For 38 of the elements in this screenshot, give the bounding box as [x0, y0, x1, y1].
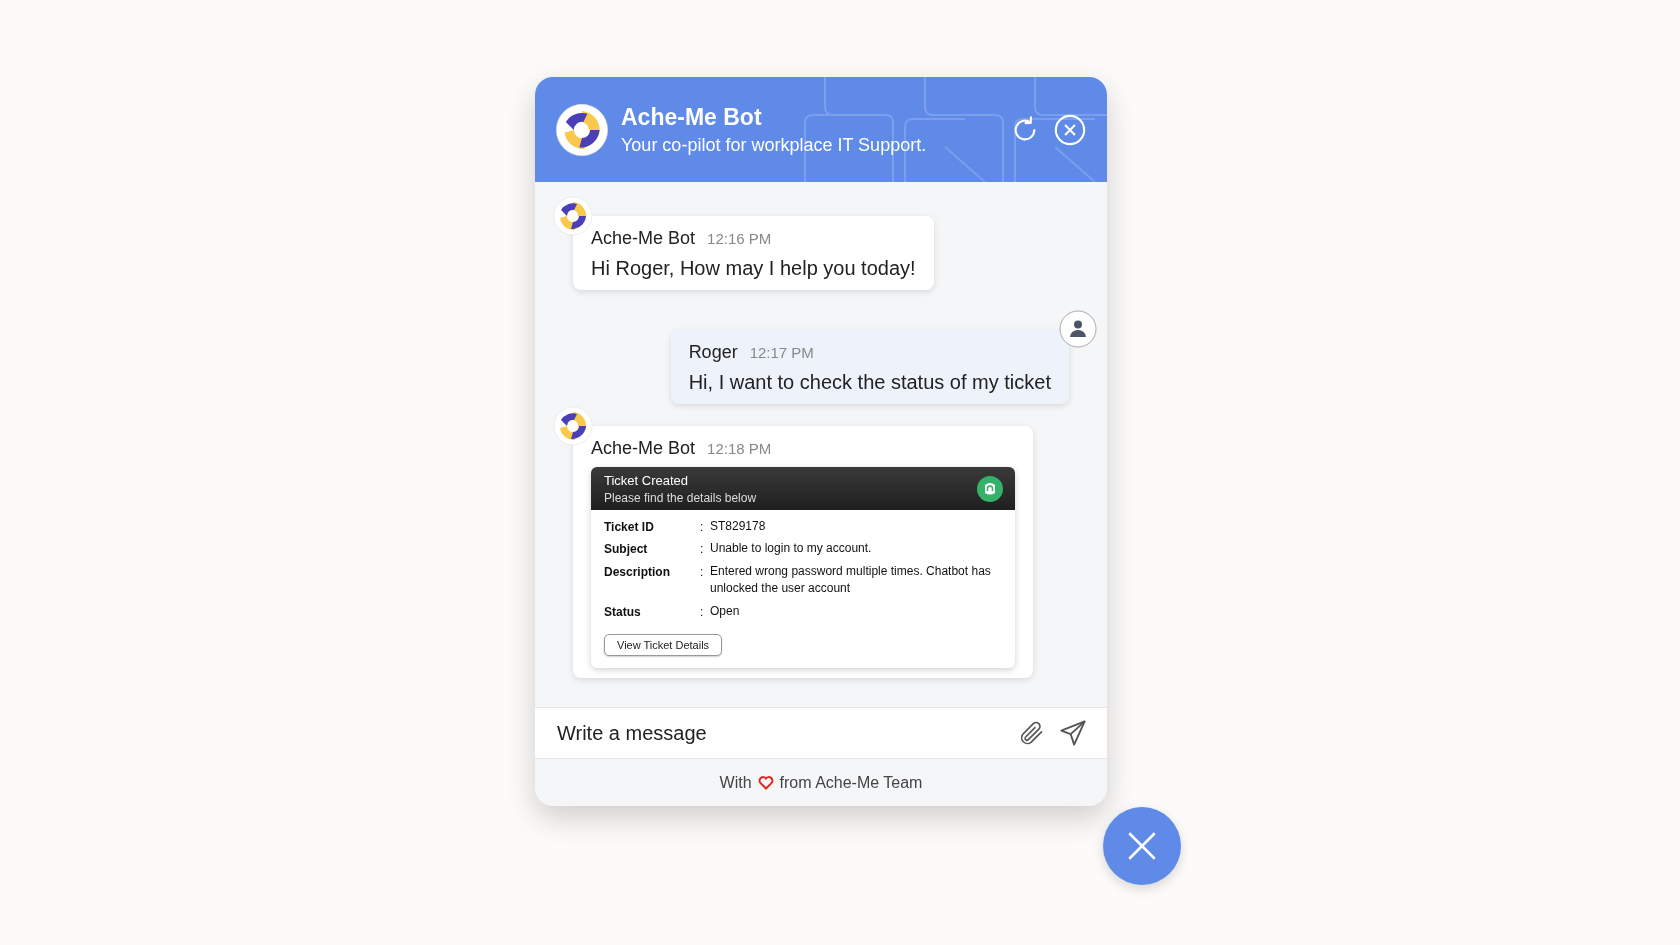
message-input-field[interactable]: Write a message — [535, 707, 1107, 759]
close-icon — [1053, 112, 1087, 147]
field-colon: : — [700, 564, 705, 581]
field-label: Description — [604, 564, 671, 581]
heart-icon — [757, 775, 774, 790]
field-label: Ticket ID — [604, 520, 655, 536]
bot-logo-icon — [555, 102, 609, 157]
send-icon — [1059, 719, 1087, 747]
footer-text: from Ache-Me Team — [779, 773, 923, 792]
ticket-subtitle: Please find the details below — [604, 491, 757, 505]
bot-title: Ache-Me Bot — [621, 103, 763, 131]
field-value: Open — [710, 602, 741, 620]
send-button[interactable] — [1059, 719, 1087, 747]
message-input[interactable]: Write a message — [555, 720, 1003, 746]
field-value: Unable to login to my account. — [710, 540, 873, 558]
message-text: Hi, I want to check the status of my ticket — [688, 371, 1051, 394]
field-colon: : — [700, 542, 705, 558]
sender-name: Roger — [688, 342, 738, 363]
sender-name: Ache-Me Bot — [591, 228, 696, 249]
field-label: Status — [604, 604, 642, 620]
field-colon: : — [700, 604, 705, 620]
ticket-title: Ticket Created — [604, 473, 690, 488]
field-colon: : — [700, 520, 705, 536]
view-ticket-button[interactable]: View Ticket Details — [604, 633, 723, 656]
bot-subtitle: Your co-pilot for workplace IT Support. — [621, 134, 928, 156]
field-value: ST829178 — [710, 518, 767, 535]
sender-name: Ache-Me Bot — [591, 438, 696, 459]
message-time: 12:18 PM — [707, 440, 772, 457]
support-badge-icon — [977, 476, 1003, 502]
close-button[interactable] — [1053, 112, 1087, 147]
message-text: Hi Roger, How may I help you today! — [591, 257, 916, 280]
field-value: Entered wrong password multiple times. Chatbot has unlocked the user account — [710, 562, 992, 598]
footer-text: With — [719, 773, 752, 792]
field-label: Subject — [604, 542, 649, 558]
close-chat-button[interactable] — [1103, 807, 1181, 885]
user-avatar-icon — [1059, 310, 1097, 348]
message-time: 12:16 PM — [707, 230, 772, 247]
message-time: 12:17 PM — [749, 344, 814, 361]
